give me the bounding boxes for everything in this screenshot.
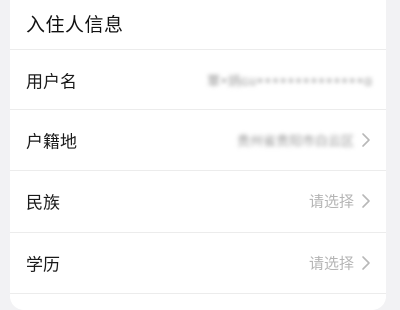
ethnicity-label: 民族	[26, 193, 60, 213]
household-registration-label: 户籍地	[26, 132, 77, 152]
ethnicity-row[interactable]: 民族 请选择	[10, 170, 386, 230]
household-registration-value: 贵州省贵阳市白云区	[237, 130, 354, 149]
ethnicity-placeholder: 请选择	[308, 192, 354, 210]
household-registration-value-text: 贵州省贵阳市白云区	[236, 134, 354, 149]
section-header: 入住人信息	[10, 0, 386, 46]
username-value-text: 覃•炳ɢᴜ••••••••••••••ɑ	[207, 74, 372, 89]
education-row[interactable]: 学历 请选择	[10, 232, 386, 292]
username-row[interactable]: 用户名 覃•炳ɢᴜ••••••••••••••ɑ	[10, 49, 386, 109]
username-label: 用户名	[26, 72, 77, 92]
education-label: 学历	[26, 255, 60, 275]
section-title: 入住人信息	[26, 14, 124, 36]
chevron-right-icon	[360, 132, 372, 148]
username-value: 覃•炳ɢᴜ••••••••••••••ɑ	[207, 70, 372, 89]
chevron-right-icon	[360, 193, 372, 209]
household-registration-row[interactable]: 户籍地 贵州省贵阳市白云区	[10, 109, 386, 169]
chevron-right-icon	[360, 255, 372, 271]
resident-info-card: 入住人信息 用户名 覃•炳ɢᴜ••••••••••••••ɑ 户籍地 贵州省贵阳…	[10, 0, 386, 310]
next-row-divider	[10, 293, 386, 310]
education-placeholder: 请选择	[308, 254, 354, 272]
